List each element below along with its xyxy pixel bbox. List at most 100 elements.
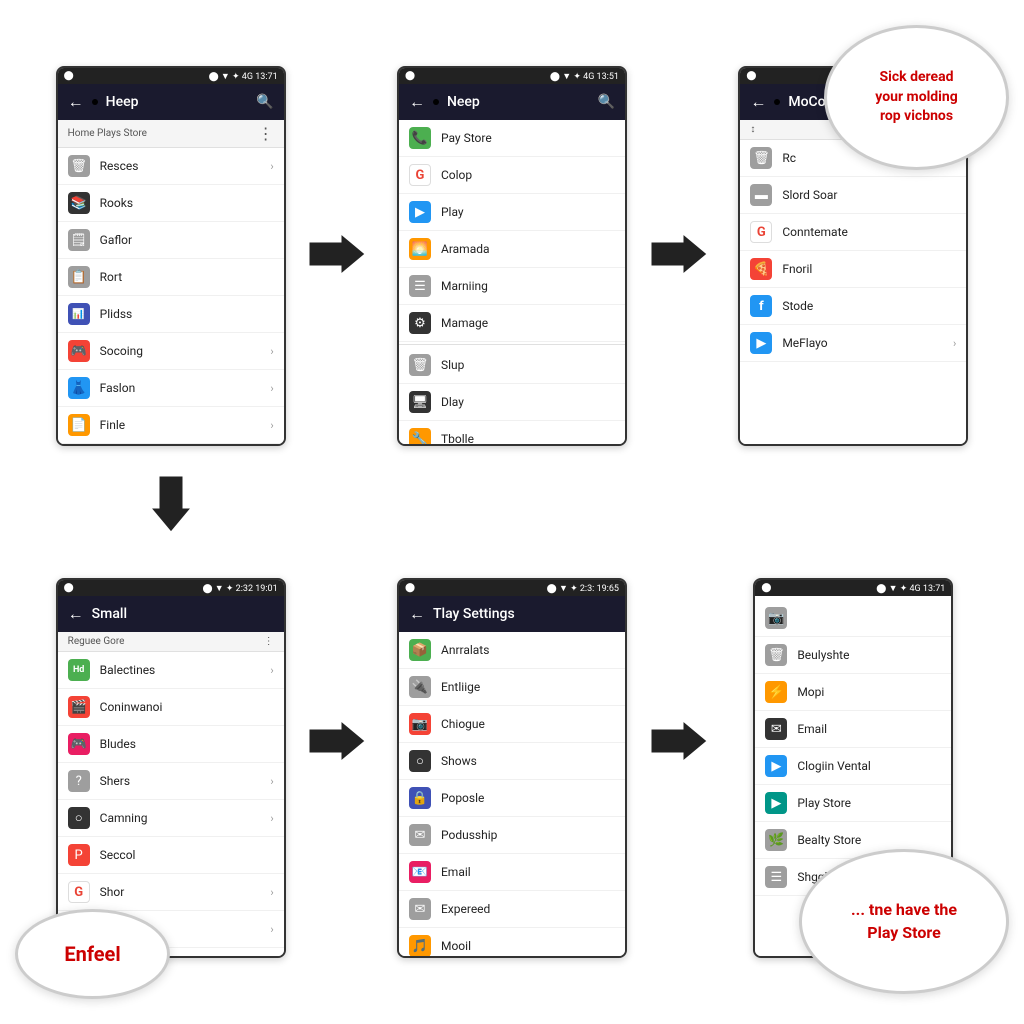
list-item[interactable]: ✉Email — [755, 711, 951, 748]
list-item[interactable]: 🎬Coninwanoi — [58, 689, 284, 726]
toolbar-title-5: Tlay Settings — [433, 606, 615, 622]
list-item[interactable]: 🔒Poposle — [399, 780, 625, 817]
list-item[interactable]: ?Shers› — [58, 763, 284, 800]
list-item[interactable]: GShor› — [58, 874, 284, 911]
back-button-4[interactable]: ← — [68, 604, 84, 624]
cell-phone5: ⬤ ⬤ ▼ ✦ 2:3: 19:65 ← Tlay Settings 📦Anrr… — [341, 512, 682, 1024]
list-item[interactable]: 👗Faslon› — [58, 370, 284, 407]
list-item[interactable]: 🎮Bludes — [58, 726, 284, 763]
item-icon: 📦 — [409, 639, 431, 661]
bubble-text-enfeel: Enfeel — [64, 942, 120, 966]
list-item[interactable]: ○Camning› — [58, 800, 284, 837]
toolbar-5: ← Tlay Settings — [399, 596, 625, 632]
bubble-enfeel: Enfeel — [15, 909, 170, 999]
item-icon: G — [68, 881, 90, 903]
search-icon-1[interactable]: 🔍 — [256, 94, 273, 110]
list-item[interactable]: 🔌Entliige — [399, 669, 625, 706]
search-icon-2[interactable]: 🔍 — [598, 94, 615, 110]
list-item[interactable]: ✉Expereed — [399, 891, 625, 928]
arrow-down-1 — [151, 476, 191, 536]
toolbar-1: ← Heep 🔍 — [58, 84, 284, 120]
item-icon: ⚡ — [765, 681, 787, 703]
list-item[interactable]: 📞Pay Store — [399, 120, 625, 157]
item-icon: 🌿 — [765, 829, 787, 851]
item-icon: ✉ — [765, 718, 787, 740]
phone-content-4: Reguee Gore ⋮ HdBalectines› 🎬Coninwanoi … — [58, 632, 284, 956]
arrow-right-1 — [309, 234, 365, 278]
item-icon: 🎮 — [68, 340, 90, 362]
item-icon: 🗑 — [409, 354, 431, 376]
list-item[interactable]: ✉Podusship — [399, 817, 625, 854]
back-button-5[interactable]: ← — [409, 604, 425, 624]
list-item[interactable]: ▶Clogiin Vental — [755, 748, 951, 785]
list-item[interactable]: 🗒Gaflor — [58, 222, 284, 259]
list-item[interactable]: 🎮Socoing› — [58, 333, 284, 370]
list-item[interactable]: 🌅Aramada — [399, 231, 625, 268]
list-item[interactable]: 🖥Dlay — [399, 384, 625, 421]
phone-content-1: Home Plays Store ⋮ 🗑Resces› 📚Rooks 🗒Gafl… — [58, 120, 284, 444]
list-item[interactable]: 🍕Fnoril — [740, 251, 966, 288]
bubble-text-sick: Sick dereadyour moldingrop vicbnos — [875, 68, 957, 127]
arrow-right-2 — [651, 234, 707, 278]
list-item[interactable]: 🗑Beulyshte — [755, 637, 951, 674]
item-icon: ⚙ — [409, 312, 431, 334]
statusbar-6: ⬤ ⬤ ▼ ✦ 4G 13:71 — [755, 580, 951, 596]
list-item[interactable]: HdBalectines› — [58, 652, 284, 689]
list-item[interactable]: 📊Plidss — [58, 296, 284, 333]
phone-tlay-settings: ⬤ ⬤ ▼ ✦ 2:3: 19:65 ← Tlay Settings 📦Anrr… — [397, 578, 627, 958]
statusbar-4: ⬤ ⬤ ▼ ✦ 2:32 19:01 — [58, 580, 284, 596]
list-item[interactable]: ⚡Mopi — [755, 674, 951, 711]
cell-phone6: ⬤ ⬤ ▼ ✦ 4G 13:71 📷 🗑Beulyshte ⚡Mopi ✉Ema… — [683, 512, 1024, 1024]
list-item[interactable]: 🗑Slup — [399, 347, 625, 384]
item-icon: ▶ — [750, 332, 772, 354]
item-icon: G — [750, 221, 772, 243]
list-item[interactable]: 📦Anrralats — [399, 632, 625, 669]
list-item[interactable]: 📚Rooks — [58, 185, 284, 222]
arrow-right-4 — [651, 721, 707, 765]
list-item[interactable]: 📷 — [755, 600, 951, 637]
list-item[interactable]: PSeccol — [58, 837, 284, 874]
list-item[interactable]: 🗑Resces› — [58, 148, 284, 185]
list-item[interactable]: ○Shows — [399, 743, 625, 780]
list-item[interactable]: ⚙Mamage — [399, 305, 625, 342]
section-dots-1[interactable]: ⋮ — [258, 124, 274, 143]
item-icon: ? — [68, 770, 90, 792]
item-icon: ▶ — [409, 201, 431, 223]
list-item[interactable]: 🎵Mooil — [399, 928, 625, 956]
list-item[interactable]: 📋Rort — [58, 259, 284, 296]
phone-content-2: 📞Pay Store GColop ▶Play 🌅Aramada ☰Marnii… — [399, 120, 625, 444]
item-icon: 🖥 — [409, 391, 431, 413]
list-item[interactable]: GConntemate — [740, 214, 966, 251]
statusbar-1: ⬤ ⬤ ▼ ✦ 4G 13:71 — [58, 68, 284, 84]
section-header-1: Home Plays Store ⋮ — [58, 120, 284, 148]
cell-phone1: ⬤ ⬤ ▼ ✦ 4G 13:71 ← Heep 🔍 Home Plays Sto… — [0, 0, 341, 512]
list-item[interactable]: ▶Play — [399, 194, 625, 231]
list-item[interactable]: ▶Play Store — [755, 785, 951, 822]
back-button-3[interactable]: ← — [750, 92, 766, 112]
list-item[interactable]: 🔧Tbolle — [399, 421, 625, 444]
item-icon: 📷 — [765, 607, 787, 629]
item-icon: ○ — [409, 750, 431, 772]
back-button-2[interactable]: ← — [409, 92, 425, 112]
item-icon: 📧 — [409, 861, 431, 883]
section-dots-4[interactable]: ⋮ — [264, 636, 274, 647]
list-item[interactable]: ☰Marniing — [399, 268, 625, 305]
list-item[interactable]: ▬Slord Soar — [740, 177, 966, 214]
list-item[interactable]: GColop — [399, 157, 625, 194]
toolbar-dot-1 — [92, 99, 98, 105]
phone-heep: ⬤ ⬤ ▼ ✦ 4G 13:71 ← Heep 🔍 Home Plays Sto… — [56, 66, 286, 446]
list-item[interactable]: 📧Email — [399, 854, 625, 891]
item-icon: 📄 — [68, 414, 90, 436]
item-icon: ✉ — [409, 824, 431, 846]
item-icon: Hd — [68, 659, 90, 681]
back-button-1[interactable]: ← — [68, 92, 84, 112]
item-icon: 🔒 — [409, 787, 431, 809]
list-item[interactable]: 📷Chiogue — [399, 706, 625, 743]
item-icon: P — [68, 844, 90, 866]
item-icon: ☰ — [409, 275, 431, 297]
list-item[interactable]: 📄Finle› — [58, 407, 284, 444]
cell-phone3: ⬤ ⬤ ▼ ✦ 4G 13:71 ← MoContinoe 🔍 ↕ 🗑Rc ▬S… — [683, 0, 1024, 512]
list-item[interactable]: fStode — [740, 288, 966, 325]
toolbar-title-2: Neep — [447, 94, 590, 110]
list-item[interactable]: ▶MeFlayo› — [740, 325, 966, 362]
